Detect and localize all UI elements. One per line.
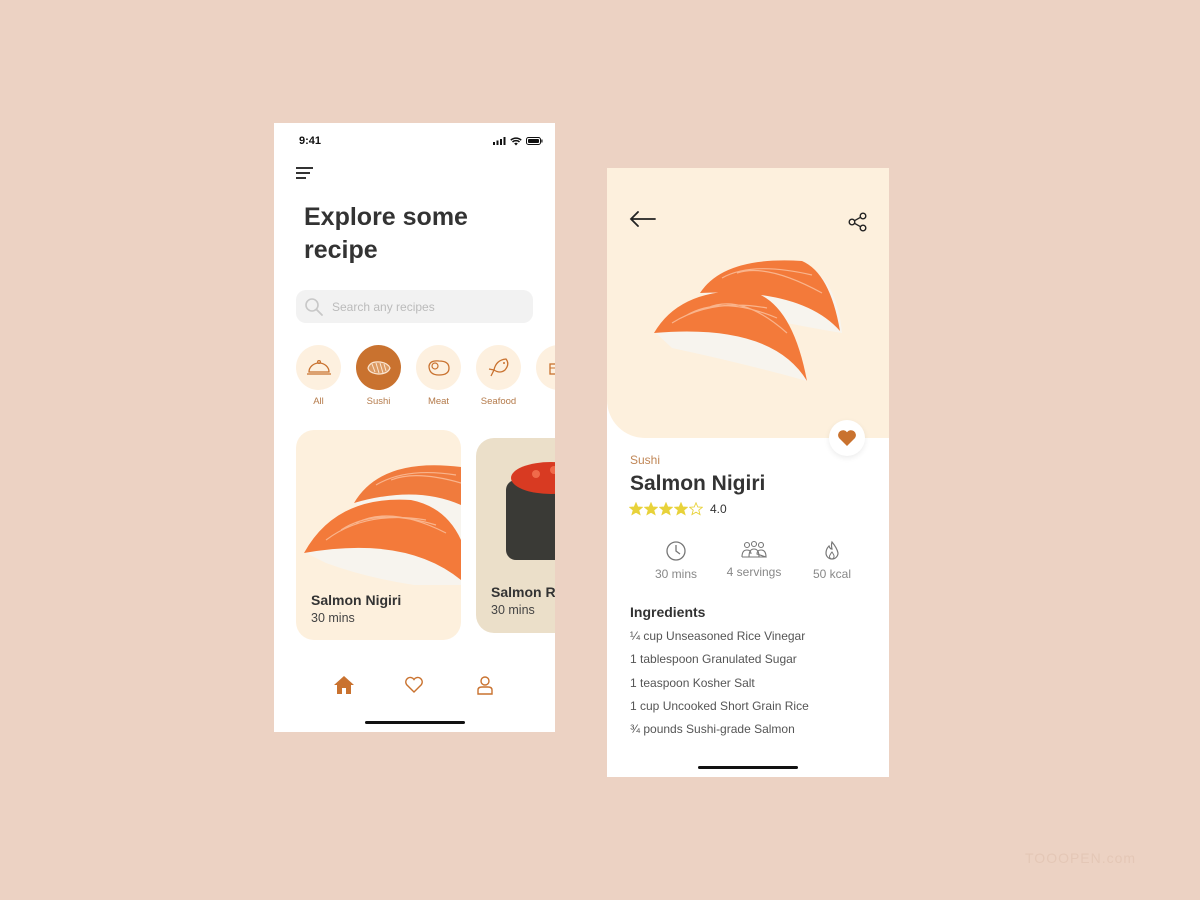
recipe-detail-screen: Sushi Salmon Nigiri 4.0 30 mins 4 servin… (607, 168, 889, 777)
category-circle (296, 345, 341, 390)
home-indicator (364, 720, 465, 724)
search-bar[interactable] (296, 290, 533, 323)
heart-filled-icon (838, 430, 856, 446)
tab-favorites[interactable] (402, 673, 426, 697)
category-label: Seafood (480, 396, 517, 407)
user-icon (477, 676, 493, 695)
arrow-left-icon (629, 211, 656, 227)
star-filled-icon (674, 502, 688, 516)
home-icon (334, 676, 355, 694)
category-label: All (313, 396, 324, 407)
status-time: 9:41 (299, 135, 322, 147)
clock-icon (666, 541, 686, 561)
sushi-icon (366, 360, 391, 375)
explore-screen: 9:41 Explore some recipe All Sushi (274, 123, 555, 732)
star-filled-icon (644, 502, 658, 516)
tab-home[interactable] (332, 673, 356, 697)
page-title: Explore some recipe (304, 203, 468, 264)
cake-icon (548, 362, 555, 375)
back-button[interactable] (629, 210, 657, 233)
heart-icon (405, 676, 424, 693)
category-label: Meat (427, 396, 450, 407)
rating-value: 4.0 (710, 502, 727, 516)
category-seafood[interactable]: Seafood (476, 345, 521, 407)
hero-image-area (607, 168, 889, 438)
steak-icon (427, 359, 450, 376)
status-icons (493, 136, 543, 146)
share-button[interactable] (848, 212, 868, 237)
category-circle (356, 345, 401, 390)
wifi-icon (510, 136, 522, 145)
recipe-carousel: Salmon Nigiri 30 mins Salmon Ro 30 mins (296, 430, 555, 640)
menu-icon[interactable] (296, 167, 314, 181)
ingredient-item: ¾ pounds Sushi-grade Salmon (630, 722, 795, 737)
tab-profile[interactable] (473, 673, 497, 697)
recipe-time: 30 mins (491, 603, 535, 617)
ingredient-item: ¼ cup Unseasoned Rice Vinegar (630, 629, 806, 643)
search-icon (305, 297, 323, 316)
star-filled-icon (629, 502, 643, 516)
ingredients-heading: Ingredients (630, 604, 706, 620)
stat-servings: 4 servings (715, 540, 793, 581)
stat-value: 4 servings (726, 565, 782, 579)
favorite-button[interactable] (829, 420, 865, 456)
star-filled-icon (659, 502, 673, 516)
search-input[interactable] (332, 299, 522, 314)
category-sushi[interactable]: Sushi (356, 345, 401, 407)
flame-icon (825, 540, 839, 560)
watermark: TOOOPEN.com (1025, 850, 1137, 866)
people-icon (741, 540, 767, 558)
salmon-nigiri-image (654, 260, 842, 381)
category-list: All Sushi Meat Seafood C (296, 345, 555, 407)
ingredient-item: 1 tablespoon Granulated Sugar (630, 652, 797, 667)
recipe-category: Sushi (630, 453, 661, 467)
recipe-name: Salmon Ro (491, 584, 555, 600)
share-icon (848, 212, 867, 232)
category-label: Sushi (366, 396, 391, 407)
stat-value: 50 kcal (812, 567, 852, 581)
recipe-time: 30 mins (311, 611, 355, 625)
ingredient-item: 1 teaspoon Kosher Salt (630, 675, 755, 690)
category-circle (476, 345, 521, 390)
recipe-title: Salmon Nigiri (630, 472, 766, 495)
category-cake[interactable]: C (536, 345, 555, 407)
signal-icon (493, 137, 506, 145)
star-empty-icon (689, 502, 703, 516)
stat-value: 30 mins (654, 567, 698, 581)
salmon-roe-image (506, 462, 555, 560)
home-indicator (698, 765, 798, 769)
recipe-name: Salmon Nigiri (311, 592, 402, 608)
battery-icon (526, 137, 543, 145)
status-bar: 9:41 (299, 133, 543, 149)
category-meat[interactable]: Meat (416, 345, 461, 407)
recipe-card[interactable]: Salmon Ro 30 mins (476, 438, 555, 633)
cloche-icon (306, 359, 331, 375)
stat-calories: 50 kcal (793, 540, 871, 581)
ingredients-list: ¼ cup Unseasoned Rice Vinegar 1 tablespo… (630, 629, 809, 745)
salmon-nigiri-image (304, 465, 461, 585)
category-all[interactable]: All (296, 345, 341, 407)
stat-time: 30 mins (637, 540, 715, 581)
rating-stars (629, 502, 703, 516)
ingredient-item: 1 cup Uncooked Short Grain Rice (630, 698, 809, 713)
recipe-stats: 30 mins 4 servings 50 kcal (637, 540, 871, 581)
fish-icon (488, 357, 508, 376)
recipe-card[interactable]: Salmon Nigiri 30 mins (296, 430, 461, 640)
category-circle (416, 345, 461, 390)
rating: 4.0 (629, 502, 727, 516)
category-circle (536, 345, 555, 390)
bottom-tab-bar (274, 673, 555, 697)
